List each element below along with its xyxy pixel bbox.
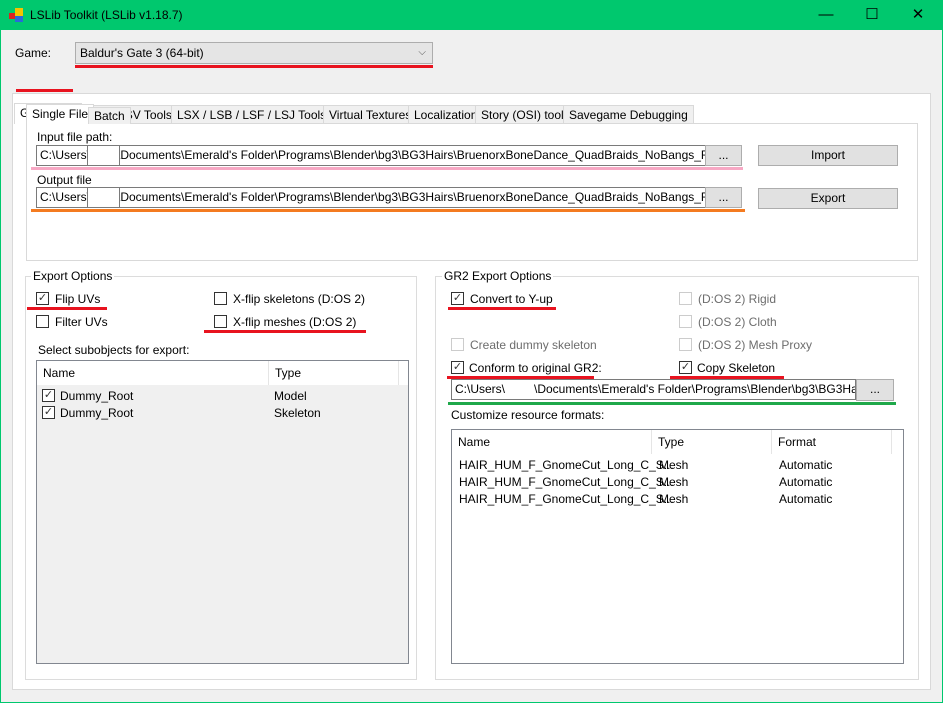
conform-checkbox[interactable]: ✓ — [451, 361, 464, 374]
xflip-skeletons-label: X-flip skeletons (D:OS 2) — [233, 292, 366, 306]
copy-skeleton-checkbox[interactable]: ✓ — [679, 361, 692, 374]
column-header-type[interactable]: Type — [652, 430, 772, 454]
conform-path-field[interactable]: C:\Users\ \Documents\Emerald's Folder\Pr… — [451, 379, 856, 400]
row-type: Mesh — [659, 458, 689, 472]
tab-localization[interactable]: Localization — [408, 105, 484, 124]
import-button[interactable]: Import — [758, 145, 898, 166]
tab-story-osi-tools[interactable]: Story (OSI) tools — [475, 105, 576, 124]
output-browse-button[interactable]: ... — [705, 187, 742, 208]
cloth-label: (D:OS 2) Cloth — [698, 315, 777, 329]
app-icon — [9, 8, 23, 22]
row-format[interactable]: Automatic — [779, 458, 832, 472]
list-item[interactable]: ✓ Dummy_Root Skeleton — [37, 405, 408, 422]
input-path: \Documents\Emerald's Folder\Programs\Ble… — [117, 148, 706, 162]
game-label: Game: — [15, 46, 52, 60]
list-item[interactable]: ✓ Dummy_Root Model — [37, 388, 408, 405]
rigid-checkbox[interactable] — [679, 292, 692, 305]
conform-user: C:\Users\ — [455, 382, 506, 396]
filter-uvs-checkbox[interactable] — [36, 315, 49, 328]
xflip-skeletons-checkbox[interactable] — [214, 292, 227, 305]
input-browse-button[interactable]: ... — [705, 145, 742, 166]
minimize-button[interactable]: — — [803, 0, 849, 30]
conform-label: Conform to original GR2: — [469, 361, 602, 375]
maximize-button[interactable]: ☐ — [849, 0, 895, 30]
convert-yup-checkbox[interactable]: ✓ — [451, 292, 464, 305]
copy-skeleton-label: Copy Skeleton — [697, 361, 776, 375]
game-select[interactable]: Baldur's Gate 3 (64-bit) ⌵ — [75, 42, 433, 64]
chevron-down-icon: ⌵ — [418, 47, 426, 58]
input-file-path-field[interactable]: C:\Users\ \Documents\Emerald's Folder\Pr… — [36, 145, 706, 166]
row-format[interactable]: Automatic — [779, 492, 832, 506]
rigid-label: (D:OS 2) Rigid — [698, 292, 777, 306]
tab-virtual-textures[interactable]: Virtual Textures — [323, 105, 418, 124]
dummy-skeleton-label: Create dummy skeleton — [470, 338, 597, 352]
output-file-path-field[interactable]: C:\Users\ \Documents\Emerald's Folder\Pr… — [36, 187, 706, 208]
cloth-checkbox[interactable] — [679, 315, 692, 328]
row-name: HAIR_HUM_F_GnomeCut_Long_C_S... — [459, 475, 674, 489]
convert-yup-label: Convert to Y-up — [470, 292, 553, 306]
tab-savegame-debugging[interactable]: Savegame Debugging — [563, 105, 694, 124]
mesh-proxy-label: (D:OS 2) Mesh Proxy — [698, 338, 813, 352]
window-title: LSLib Toolkit (LSLib v1.18.7) — [30, 8, 183, 22]
mesh-proxy-checkbox[interactable] — [679, 338, 692, 351]
input-file-label: Input file path: — [37, 130, 113, 144]
column-header-format[interactable]: Format — [772, 430, 892, 454]
row-name: Dummy_Root — [60, 406, 134, 420]
row-type: Mesh — [659, 492, 689, 506]
column-header-name[interactable]: Name — [37, 361, 269, 385]
tab-lsx-lsb-lsf-lsj-tools[interactable]: LSX / LSB / LSF / LSJ Tools — [171, 105, 333, 124]
export-button[interactable]: Export — [758, 188, 898, 209]
output-user: C:\Users\ — [40, 190, 91, 204]
row-format[interactable]: Automatic — [779, 475, 832, 489]
tab-batch[interactable]: Batch — [88, 107, 131, 124]
flip-uvs-label: Flip UVs — [55, 292, 101, 306]
flip-uvs-checkbox[interactable]: ✓ — [36, 292, 49, 305]
output-path: \Documents\Emerald's Folder\Programs\Ble… — [117, 190, 706, 204]
row-name: Dummy_Root — [60, 389, 134, 403]
title-bar: LSLib Toolkit (LSLib v1.18.7) — ☐ ✕ — [0, 0, 943, 30]
output-file-label: Output file — [37, 173, 92, 187]
list-item[interactable]: HAIR_HUM_F_GnomeCut_Long_C_S... Mesh Aut… — [452, 457, 903, 474]
row-type: Skeleton — [274, 406, 321, 420]
row-name: HAIR_HUM_F_GnomeCut_Long_C_S... — [459, 492, 674, 506]
column-header-name[interactable]: Name — [452, 430, 652, 454]
subobjects-label: Select subobjects for export: — [38, 343, 190, 357]
row-checkbox[interactable]: ✓ — [42, 389, 55, 402]
game-select-value: Baldur's Gate 3 (64-bit) — [80, 46, 204, 60]
row-type: Mesh — [659, 475, 689, 489]
gr2-export-options-title: GR2 Export Options — [442, 269, 554, 283]
conform-path: \Documents\Emerald's Folder\Programs\Ble… — [534, 382, 856, 396]
filter-uvs-label: Filter UVs — [55, 315, 108, 329]
conform-browse-button[interactable]: ... — [856, 379, 894, 401]
row-type: Model — [274, 389, 307, 403]
close-button[interactable]: ✕ — [895, 0, 941, 30]
main-window: Game: Baldur's Gate 3 (64-bit) ⌵ GR2 Too… — [1, 30, 942, 702]
tab-single-file[interactable]: Single File — [26, 104, 95, 124]
list-item[interactable]: HAIR_HUM_F_GnomeCut_Long_C_S... Mesh Aut… — [452, 474, 903, 491]
list-item[interactable]: HAIR_HUM_F_GnomeCut_Long_C_S... Mesh Aut… — [452, 491, 903, 508]
xflip-meshes-checkbox[interactable] — [214, 315, 227, 328]
subobjects-list[interactable]: Name Type ✓ Dummy_Root Model ✓ Dummy_Roo… — [36, 360, 409, 664]
xflip-meshes-label: X-flip meshes (D:OS 2) — [233, 315, 357, 329]
row-name: HAIR_HUM_F_GnomeCut_Long_C_S... — [459, 458, 674, 472]
formats-label: Customize resource formats: — [451, 408, 605, 422]
dummy-skeleton-checkbox[interactable] — [451, 338, 464, 351]
row-checkbox[interactable]: ✓ — [42, 406, 55, 419]
resource-formats-list[interactable]: Name Type Format HAIR_HUM_F_GnomeCut_Lon… — [451, 429, 904, 664]
export-options-title: Export Options — [31, 269, 115, 283]
column-header-type[interactable]: Type — [269, 361, 399, 385]
input-user: C:\Users\ — [40, 148, 91, 162]
